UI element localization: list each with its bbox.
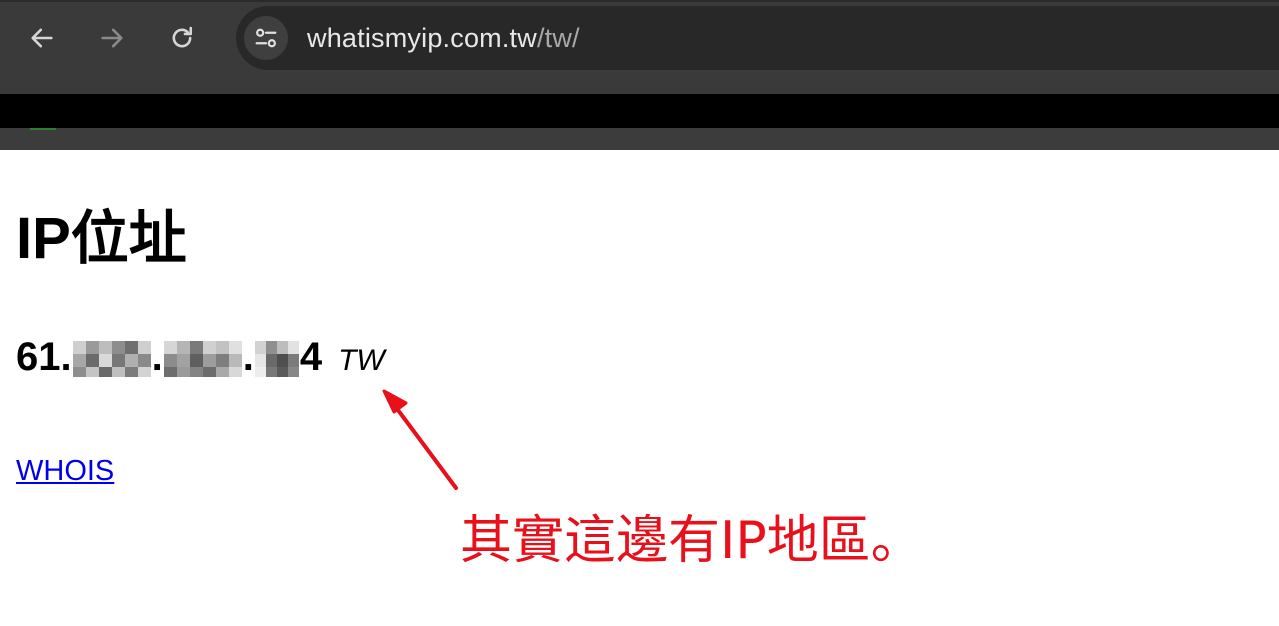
annotation-text: 其實這邊有IP地區。 (460, 511, 923, 571)
